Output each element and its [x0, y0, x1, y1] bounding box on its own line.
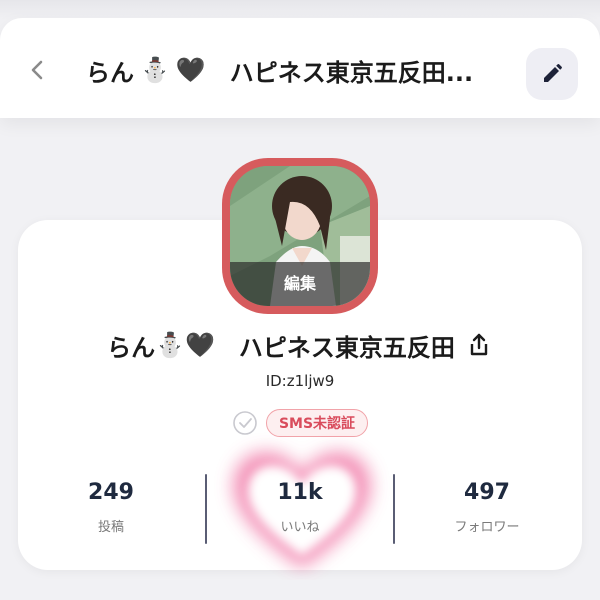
- stat-divider-1: [205, 474, 207, 544]
- stat-followers-label: フォロワー: [454, 520, 520, 535]
- share-icon[interactable]: [465, 331, 493, 359]
- header-title-emoji-1: ⛄: [140, 56, 170, 84]
- chevron-left-icon: [31, 60, 43, 80]
- stat-posts-value: 249: [88, 480, 134, 505]
- profile-name-row: らん ⛄ 🖤 ハピネス東京五反田: [0, 322, 600, 368]
- profile-header: らん ⛄ 🖤 ハピネス東京五反田...: [0, 18, 600, 118]
- profile-name: らん: [107, 333, 156, 362]
- header-title: らん ⛄ 🖤 ハピネス東京五反田...: [86, 48, 506, 92]
- stat-followers-value: 497: [464, 480, 510, 505]
- header-title-name: らん: [86, 58, 134, 87]
- back-button[interactable]: [18, 50, 58, 90]
- stat-divider-2: [393, 474, 395, 544]
- profile-name-emoji-1: ⛄: [155, 331, 185, 359]
- stat-likes-value: 11k: [277, 480, 323, 505]
- avatar[interactable]: 編集: [222, 158, 378, 314]
- avatar-image: 編集: [230, 166, 370, 306]
- top-fade: [0, 0, 600, 20]
- stat-likes[interactable]: 11k いいね: [225, 480, 375, 535]
- header-title-shop: ハピネス東京五反田...: [229, 58, 474, 87]
- check-circle-icon: [233, 411, 257, 435]
- stat-posts-label: 投稿: [97, 520, 124, 535]
- stat-posts[interactable]: 249 投稿: [36, 480, 186, 535]
- sms-unverified-badge: SMS未認証: [265, 409, 369, 437]
- profile-shop: ハピネス東京五反田: [238, 333, 455, 362]
- stat-likes-label: いいね: [280, 520, 320, 535]
- header-title-emoji-2: 🖤: [175, 56, 206, 84]
- verification-row: SMS未認証: [0, 408, 600, 438]
- stat-followers[interactable]: 497 フォロワー: [412, 480, 562, 535]
- pencil-icon: [544, 64, 562, 82]
- avatar-edit-button[interactable]: 編集: [230, 262, 370, 306]
- user-id: ID:z1ljw9: [265, 372, 335, 390]
- profile-name-emoji-2: 🖤: [185, 331, 215, 359]
- edit-profile-button[interactable]: [526, 48, 578, 100]
